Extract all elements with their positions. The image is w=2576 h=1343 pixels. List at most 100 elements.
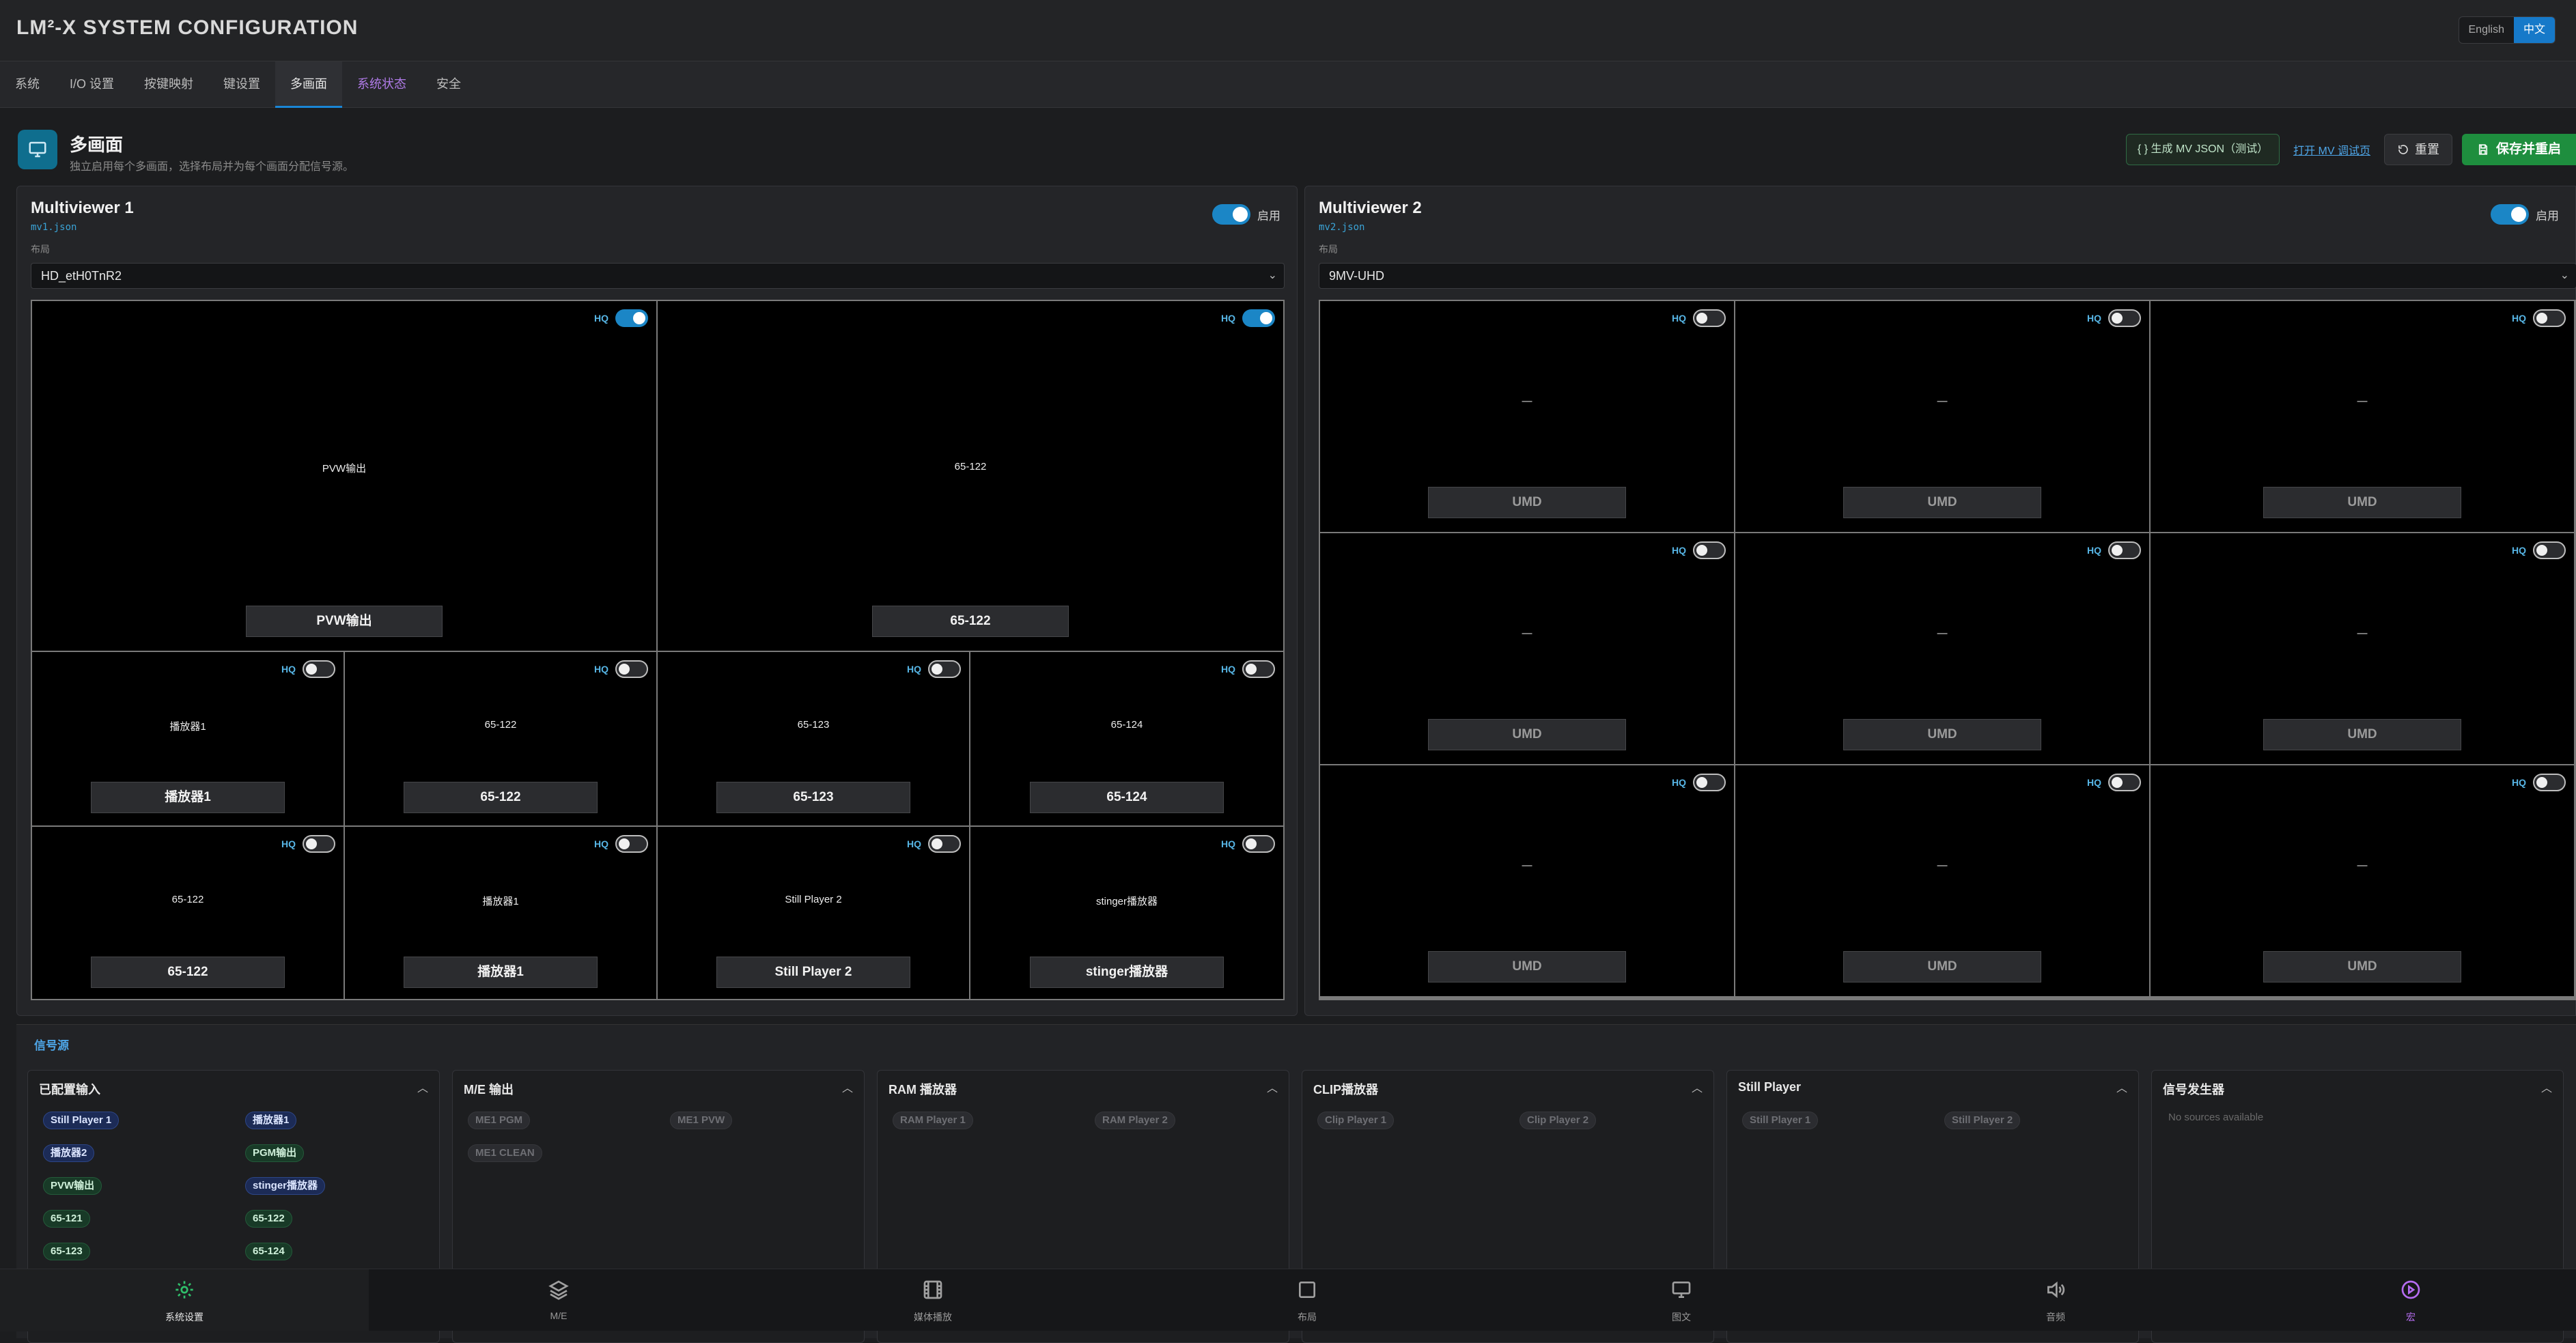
chevron-up-icon[interactable]: ︿ [1692,1079,1703,1095]
source-chip[interactable]: RAM Player 2 [1095,1112,1175,1129]
mv1-cell[interactable]: HQ Still Player 2 Still Player 2 [658,827,969,999]
source-chip[interactable]: ME1 PGM [468,1112,531,1129]
hq-toggle[interactable] [928,835,961,853]
umd-label[interactable]: 65-123 [716,782,910,813]
umd-label[interactable]: UMD [1428,487,1626,518]
mv1-cell[interactable]: HQ 65-122 65-122 [345,652,656,825]
mv1-cell[interactable]: HQ 65-122 65-122 [658,301,1283,651]
hq-toggle[interactable] [1242,660,1275,678]
lang-chinese-button[interactable]: 中文 [2513,17,2555,43]
chevron-up-icon[interactable]: ︿ [1267,1079,1278,1095]
source-chip[interactable]: Still Player 1 [43,1112,120,1129]
hq-toggle[interactable] [2533,541,2566,559]
mv2-cell[interactable]: HQ — UMD [1320,301,1734,532]
nav-graphics[interactable]: 图文 [1497,1269,1866,1331]
hq-toggle[interactable] [615,660,648,678]
chevron-up-icon[interactable]: ︿ [842,1079,853,1095]
mv2-cell[interactable]: HQ — UMD [2151,533,2574,764]
mv1-layout-select[interactable]: HD_etH0TnR2 ⌄ [31,263,1285,289]
umd-label[interactable]: 65-124 [1030,782,1224,813]
nav-macro[interactable]: 宏 [2245,1269,2576,1331]
source-chip[interactable]: PVW输出 [43,1177,102,1195]
umd-label[interactable]: UMD [1843,487,2041,518]
tab-key-mapping[interactable]: 按键映射 [129,61,208,108]
mv1-cell[interactable]: HQ 播放器1 播放器1 [32,652,344,825]
chevron-up-icon[interactable]: ︿ [2541,1079,2552,1095]
nav-media-playback[interactable]: 媒体播放 [748,1269,1117,1331]
umd-label[interactable]: UMD [2263,487,2461,518]
generate-json-button[interactable]: { } 生成 MV JSON（测试） [2125,134,2280,165]
mv2-cell[interactable]: HQ — UMD [1320,765,1734,996]
hq-toggle[interactable] [2108,774,2141,791]
hq-toggle[interactable] [1242,309,1275,327]
tab-multiviewer[interactable]: 多画面 [275,61,343,108]
save-restart-button[interactable]: 保存并重启 [2461,134,2576,165]
mv1-enable-toggle[interactable] [1212,204,1250,225]
umd-label[interactable]: 65-122 [404,782,598,813]
nav-audio[interactable]: 音频 [1871,1269,2240,1331]
mv1-cell[interactable]: HQ stinger播放器 stinger播放器 [970,827,1283,999]
mv2-cell[interactable]: HQ — UMD [2151,301,2574,532]
open-debug-link[interactable]: 打开 MV 调试页 [2289,141,2375,158]
hq-toggle[interactable] [303,835,335,853]
chevron-up-icon[interactable]: ︿ [2116,1079,2127,1095]
source-chip[interactable]: 播放器2 [43,1144,95,1162]
lang-english-button[interactable]: English [2459,17,2514,43]
hq-toggle[interactable] [1693,774,1726,791]
hq-toggle[interactable] [2533,309,2566,327]
tab-io-settings[interactable]: I/O 设置 [55,61,129,108]
hq-toggle[interactable] [303,660,335,678]
tab-key-settings[interactable]: 键设置 [208,61,275,108]
source-chip[interactable]: ME1 CLEAN [468,1144,542,1162]
source-chip[interactable]: 65-122 [245,1210,292,1228]
hq-toggle[interactable] [615,835,648,853]
mv2-enable-toggle[interactable] [2491,204,2529,225]
nav-layout[interactable]: 布局 [1123,1269,1492,1331]
mv1-cell[interactable]: HQ 65-123 65-123 [658,652,969,825]
source-chip[interactable]: 65-121 [43,1210,90,1228]
source-chip[interactable]: Clip Player 1 [1317,1112,1395,1129]
source-chip[interactable]: 65-123 [43,1243,90,1260]
nav-system-settings[interactable]: 系统设置 [0,1269,369,1331]
hq-toggle[interactable] [1242,835,1275,853]
umd-label[interactable]: 播放器1 [91,782,285,813]
umd-label[interactable]: UMD [2263,951,2461,982]
mv2-layout-select[interactable]: 9MV-UHD ⌄ [1319,263,2576,289]
source-chip[interactable]: stinger播放器 [245,1177,326,1195]
source-chip[interactable]: 65-124 [245,1243,292,1260]
umd-label[interactable]: PVW输出 [246,606,443,637]
reset-button[interactable]: 重置 [2383,134,2452,165]
mv1-cell[interactable]: HQ PVW输出 PVW输出 [32,301,656,651]
mv2-cell[interactable]: HQ — UMD [1735,533,2149,764]
umd-label[interactable]: UMD [1843,951,2041,982]
umd-label[interactable]: Still Player 2 [716,957,910,988]
hq-toggle[interactable] [2533,774,2566,791]
umd-label[interactable]: UMD [2263,719,2461,750]
source-chip[interactable]: Clip Player 2 [1520,1112,1597,1129]
source-chip[interactable]: PGM输出 [245,1144,305,1162]
nav-me[interactable]: M/E [374,1269,743,1331]
source-chip[interactable]: 播放器1 [245,1112,297,1129]
source-chip[interactable]: Still Player 1 [1742,1112,1819,1129]
mv2-cell[interactable]: HQ — UMD [1735,301,2149,532]
mv2-cell[interactable]: HQ — UMD [1320,533,1734,764]
source-chip[interactable]: Still Player 2 [1944,1112,2021,1129]
mv1-cell[interactable]: HQ 65-124 65-124 [970,652,1283,825]
umd-label[interactable]: stinger播放器 [1030,957,1224,988]
tab-security[interactable]: 安全 [421,61,476,108]
umd-label[interactable]: UMD [1428,951,1626,982]
hq-toggle[interactable] [2108,309,2141,327]
tab-system[interactable]: 系统 [0,61,55,108]
source-chip[interactable]: ME1 PVW [670,1112,733,1129]
umd-label[interactable]: 播放器1 [404,957,598,988]
hq-toggle[interactable] [1693,309,1726,327]
chevron-up-icon[interactable]: ︿ [417,1079,428,1095]
umd-label[interactable]: UMD [1428,719,1626,750]
hq-toggle[interactable] [1693,541,1726,559]
umd-label[interactable]: 65-122 [872,606,1069,637]
umd-label[interactable]: 65-122 [91,957,285,988]
hq-toggle[interactable] [615,309,648,327]
mv2-cell[interactable]: HQ — UMD [2151,765,2574,996]
hq-toggle[interactable] [2108,541,2141,559]
mv2-cell[interactable]: HQ — UMD [1735,765,2149,996]
